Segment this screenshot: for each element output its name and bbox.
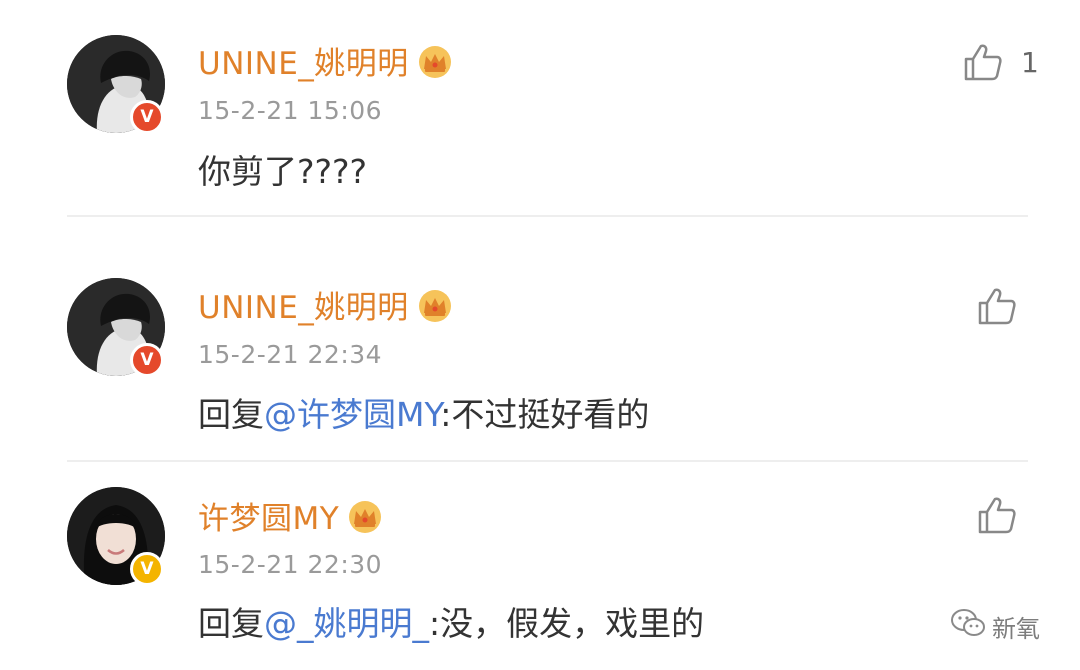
watermark: 新氧 [950, 608, 1040, 644]
like-count: 1 [1021, 45, 1039, 79]
comment-item: V 许梦圆MY 15-2-21 22:30 回复@_姚明明_:没，假发，戏里的 [0, 461, 1080, 670]
verified-badge-icon: V [130, 343, 164, 377]
thumbs-up-icon [977, 495, 1017, 535]
like-button[interactable] [977, 495, 1017, 535]
reply-prefix: 回复 [198, 604, 264, 643]
verified-badge-icon: V [130, 552, 164, 586]
mention-link[interactable]: @_姚明明_ [264, 604, 429, 643]
username[interactable]: UNINE_姚明明 [198, 38, 453, 83]
username-text[interactable]: UNINE_姚明明 [198, 46, 409, 82]
crown-icon [347, 500, 383, 534]
comment-item: V UNINE_姚明明 15-2-21 15:06 你剪了???? 1 [0, 0, 1080, 215]
like-button[interactable]: 1 [963, 42, 1039, 82]
comment-text: 回复@_姚明明_:没，假发，戏里的 [198, 597, 704, 645]
comment-text: 回复@许梦圆MY:不过挺好看的 [198, 388, 649, 436]
like-button[interactable] [977, 286, 1017, 326]
thumbs-up-icon [977, 286, 1017, 326]
crown-icon [417, 289, 453, 323]
verified-badge-icon: V [130, 100, 164, 134]
comment-text: 你剪了???? [198, 152, 368, 191]
crown-icon [417, 45, 453, 79]
thumbs-up-icon [963, 42, 1003, 82]
comment-timestamp: 15-2-21 22:30 [198, 550, 383, 579]
reply-text: :没，假发，戏里的 [429, 604, 705, 643]
comment-item: V UNINE_姚明明 15-2-21 22:34 回复@许梦圆MY:不过挺好看… [0, 216, 1080, 460]
watermark-text: 新氧 [992, 614, 1040, 643]
username-text[interactable]: 许梦圆MY [198, 501, 339, 537]
username[interactable]: UNINE_姚明明 [198, 282, 453, 327]
username[interactable]: 许梦圆MY [198, 493, 383, 538]
comment-timestamp: 15-2-21 15:06 [198, 96, 383, 125]
username-text[interactable]: UNINE_姚明明 [198, 290, 409, 326]
reply-prefix: 回复 [198, 395, 264, 434]
wechat-icon [950, 608, 992, 644]
reply-text: :不过挺好看的 [440, 395, 650, 434]
mention-link[interactable]: @许梦圆MY [264, 395, 440, 434]
comment-timestamp: 15-2-21 22:34 [198, 340, 383, 369]
